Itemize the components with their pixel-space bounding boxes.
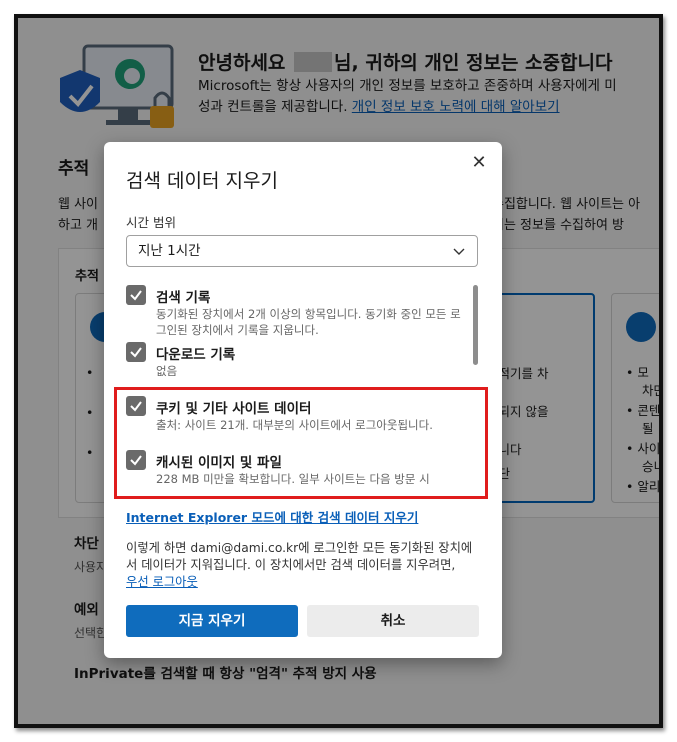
option-desc: 없음 bbox=[156, 364, 178, 378]
time-range-select[interactable]: 지난 1시간 bbox=[126, 235, 478, 267]
option-desc: 동기화된 장치에서 2개 이상의 항목입니다. 동기화 중인 모든 로그인된 장… bbox=[156, 307, 461, 337]
option-title: 검색 기록 bbox=[156, 290, 211, 306]
option-title: 다운로드 기록 bbox=[156, 347, 236, 363]
highlight-box bbox=[114, 387, 488, 499]
options-scrollbar[interactable] bbox=[473, 285, 478, 365]
browsing-history-checkbox[interactable] bbox=[126, 285, 146, 305]
download-history-checkbox[interactable] bbox=[126, 342, 146, 362]
checkmark-icon bbox=[130, 290, 142, 301]
chevron-down-icon bbox=[453, 248, 465, 255]
time-range-label: 시간 범위 bbox=[126, 215, 176, 230]
time-range-value: 지난 1시간 bbox=[138, 243, 201, 259]
checkmark-icon bbox=[130, 347, 142, 358]
cancel-button[interactable]: 취소 bbox=[307, 605, 479, 637]
dialog-title: 검색 데이터 지우기 bbox=[126, 170, 278, 192]
close-icon[interactable]: ✕ bbox=[468, 152, 490, 174]
sync-info-text: 이렇게 하면 dami@dami.co.kr에 로그인한 모든 동기화된 장치에… bbox=[126, 541, 473, 589]
ie-mode-clear-link[interactable]: Internet Explorer 모드에 대한 검색 데이터 지우기 bbox=[126, 507, 418, 526]
clear-now-button[interactable]: 지금 지우기 bbox=[126, 605, 298, 637]
signout-link[interactable]: 우선 로그아웃 bbox=[126, 575, 198, 589]
